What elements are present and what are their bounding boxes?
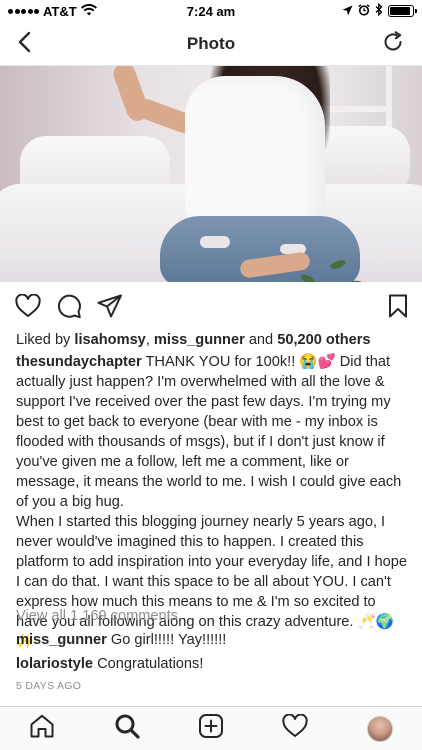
nav-bar: Photo [0,22,422,66]
bookmark-icon [388,294,408,323]
alarm-icon [358,3,370,19]
caption-username[interactable]: thesundaychapter [16,354,142,370]
add-icon [198,713,224,744]
share-button[interactable] [96,294,124,322]
chevron-left-icon [17,31,31,58]
tab-home[interactable] [24,711,60,747]
view-all-comments-link[interactable]: View all 1,169 comments [16,606,178,626]
tab-profile[interactable] [362,711,398,747]
status-icons [342,2,417,19]
liker-username[interactable]: lisahomsy [74,332,145,348]
post-photo[interactable] [0,66,422,282]
carrier-label: AT&T [43,3,77,19]
search-icon [114,713,140,744]
photo-rip [200,236,230,248]
comment-text: Congratulations! [93,656,204,672]
avatar [366,715,393,742]
save-button[interactable] [384,294,412,322]
refresh-button[interactable] [380,30,406,58]
likes-prefix: Liked by [16,332,75,348]
comment-item: miss_gunner Go girl!!!!! Yay!!!!!! [16,630,411,650]
carrier-group: AT&T [8,3,97,19]
post-action-bar [0,286,422,330]
comment-button[interactable] [55,294,83,322]
battery-icon [388,5,417,17]
tab-new-post[interactable] [193,711,229,747]
likes-separator: , [145,332,154,348]
comment-username[interactable]: miss_gunner [16,632,107,648]
bluetooth-icon [375,2,383,19]
heart-icon [15,293,41,323]
tab-bar [0,706,422,750]
caption-text: THANK YOU for 100k!! 😭💕 Did that actuall… [16,354,402,510]
tab-activity[interactable] [277,711,313,747]
post-date: 5 DAYS AGO [16,680,82,692]
liker-username[interactable]: miss_gunner [154,332,245,348]
like-button[interactable] [14,293,42,323]
status-bar: AT&T 7:24 am [0,0,422,22]
likes-and: and [244,332,278,348]
refresh-icon [382,30,404,58]
likes-count[interactable]: 50,200 others [277,332,370,348]
signal-icon [8,8,39,14]
location-arrow-icon [342,4,353,19]
wifi-icon [80,3,97,19]
paper-plane-icon [97,294,123,323]
caption-paragraph: thesundaychapter THANK YOU for 100k!! 😭💕… [16,352,411,512]
battery-fill [390,7,410,15]
comment-bubble-icon [56,293,82,324]
photo-shirt [185,76,325,236]
comment-username[interactable]: lolariostyle [16,656,93,672]
page-title: Photo [186,33,236,53]
tab-search[interactable] [109,711,145,747]
home-icon [29,714,55,743]
likes-line: Liked by lisahomsy, miss_gunner and 50,2… [16,330,411,350]
heart-icon [282,713,309,743]
comment-text: Go girl!!!!! Yay!!!!!! [106,632,227,648]
comment-item: lolariostyle Congratulations! [16,654,411,674]
back-button[interactable] [10,30,38,58]
